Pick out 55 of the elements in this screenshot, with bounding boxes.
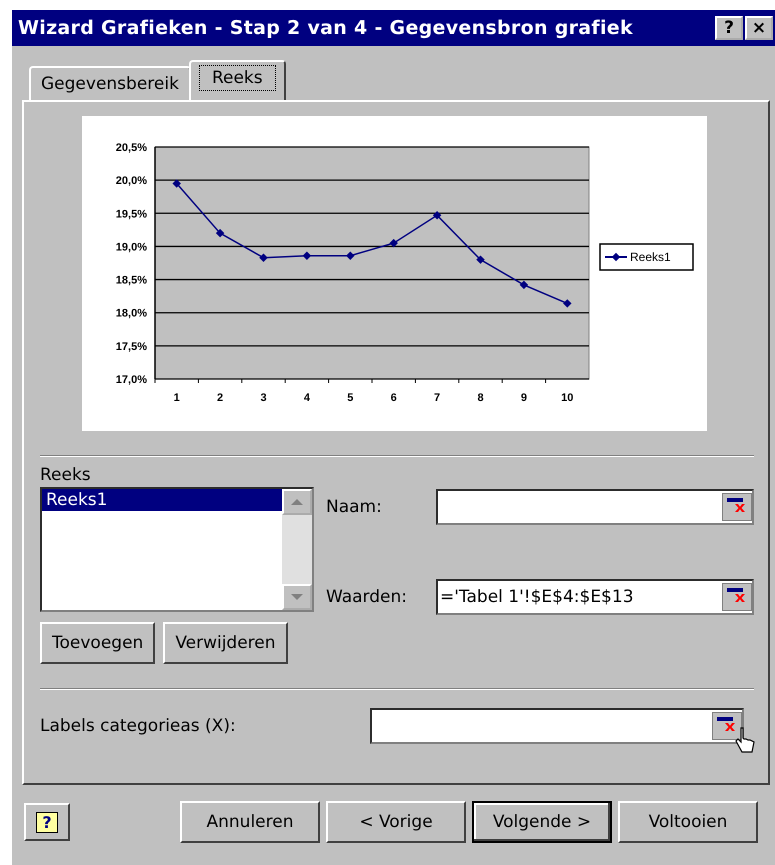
range-field[interactable]	[370, 708, 744, 744]
x-tick-label: 6	[390, 392, 397, 404]
series-button[interactable]: Toevoegen	[40, 622, 156, 664]
data-point	[432, 211, 442, 220]
data-point	[172, 179, 181, 188]
data-point	[389, 238, 398, 248]
tab[interactable]: Reeks	[188, 60, 286, 100]
help-button[interactable]: ?	[715, 16, 743, 40]
y-tick-label: 20,5%	[116, 142, 147, 154]
x-tick-label: 10	[561, 392, 574, 404]
range-picker-icon[interactable]	[722, 493, 752, 521]
y-tick-label: 17,0%	[116, 374, 147, 386]
x-tick-label: 8	[477, 392, 484, 404]
series-listbox[interactable]: Reeks1	[40, 487, 314, 612]
window-title: Wizard Grafieken - Stap 2 van 4 - Gegevensbron grafiek	[18, 17, 633, 39]
range-field[interactable]: ='Tabel 1'!$E$4:$E$13	[436, 579, 754, 615]
series-button[interactable]: Verwijderen	[163, 622, 288, 664]
data-point	[216, 228, 224, 238]
data-point	[259, 253, 268, 262]
y-tick-label: 18,5%	[116, 274, 147, 287]
y-tick-label: 19,0%	[116, 241, 147, 254]
chart-legend: Reeks1	[599, 243, 694, 271]
data-point	[563, 299, 572, 308]
wizard-button[interactable]: Volgende >	[472, 801, 612, 843]
wizard-button[interactable]: < Vorige	[326, 801, 466, 843]
y-tick-label: 19,5%	[116, 208, 147, 220]
x-tick-label: 4	[304, 392, 310, 404]
tab[interactable]: Gegevensbereik	[29, 66, 191, 100]
range-picker-icon[interactable]	[712, 712, 742, 740]
range-picker-icon[interactable]	[722, 583, 752, 611]
data-point	[346, 251, 355, 260]
data-point	[476, 255, 485, 264]
x-tick-label: 7	[434, 392, 440, 404]
y-tick-label: 17,5%	[116, 340, 147, 353]
y-tick-label: 18,0%	[116, 308, 147, 320]
series-label: Reeks	[40, 465, 92, 485]
legend-label: Reeks1	[630, 250, 672, 264]
field-label: Waarden:	[326, 587, 408, 607]
x-tick-label: 3	[260, 392, 267, 404]
field-label: Naam:	[326, 497, 383, 517]
close-button[interactable]: ×	[745, 16, 773, 40]
wizard-button[interactable]: Voltooien	[618, 801, 758, 843]
x-tick-label: 2	[217, 392, 224, 404]
x-tick-label: 5	[347, 392, 354, 404]
range-field[interactable]	[436, 489, 754, 525]
y-tick-label: 20,0%	[116, 175, 147, 188]
list-item[interactable]: Reeks1	[42, 489, 282, 511]
wizard-button[interactable]: Annuleren	[180, 801, 320, 843]
data-point	[520, 280, 528, 290]
help-button[interactable]: ?	[24, 803, 70, 841]
category-labels-label: Labels categorieas (X):	[40, 716, 237, 736]
data-point	[302, 251, 312, 260]
scrollbar[interactable]	[282, 489, 312, 610]
x-tick-label: 1	[174, 392, 180, 404]
x-tick-label: 9	[520, 392, 527, 404]
